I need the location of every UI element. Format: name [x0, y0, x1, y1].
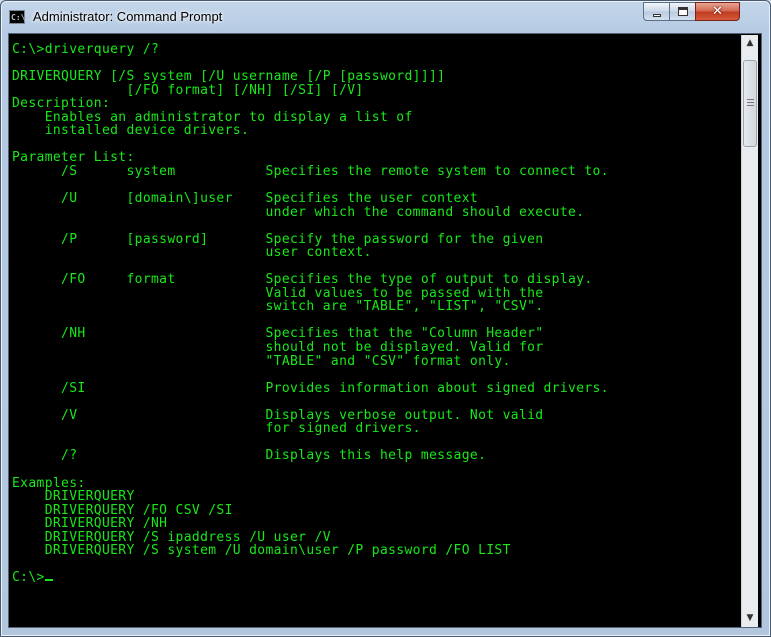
- command-prompt-window: C:\ Administrator: Command Prompt ✕ C:\>…: [0, 0, 771, 637]
- cmd-icon[interactable]: C:\: [9, 10, 25, 24]
- scroll-up-icon[interactable]: ▲: [742, 35, 758, 52]
- title-bar[interactable]: C:\ Administrator: Command Prompt ✕: [1, 1, 770, 33]
- close-icon: ✕: [712, 4, 723, 19]
- maximize-icon: [678, 7, 688, 16]
- window-title: Administrator: Command Prompt: [33, 9, 223, 24]
- scroll-down-icon[interactable]: ▼: [742, 610, 758, 627]
- minimize-icon: [653, 14, 661, 17]
- minimize-button[interactable]: [643, 2, 670, 21]
- vertical-scrollbar[interactable]: ▲ ▼: [741, 35, 758, 627]
- scrollbar-thumb[interactable]: [743, 60, 757, 147]
- console-prompt: C:\>: [12, 570, 45, 586]
- close-button[interactable]: ✕: [695, 2, 740, 21]
- console-area[interactable]: C:\>driverquery /? DRIVERQUERY [/S syste…: [8, 33, 762, 628]
- maximize-button[interactable]: [669, 2, 696, 21]
- text-cursor: [44, 579, 53, 582]
- console-output[interactable]: C:\>driverquery /? DRIVERQUERY [/S syste…: [12, 43, 740, 623]
- console-text: C:\>driverquery /? DRIVERQUERY [/S syste…: [12, 43, 609, 559]
- grip-icon: [747, 99, 754, 100]
